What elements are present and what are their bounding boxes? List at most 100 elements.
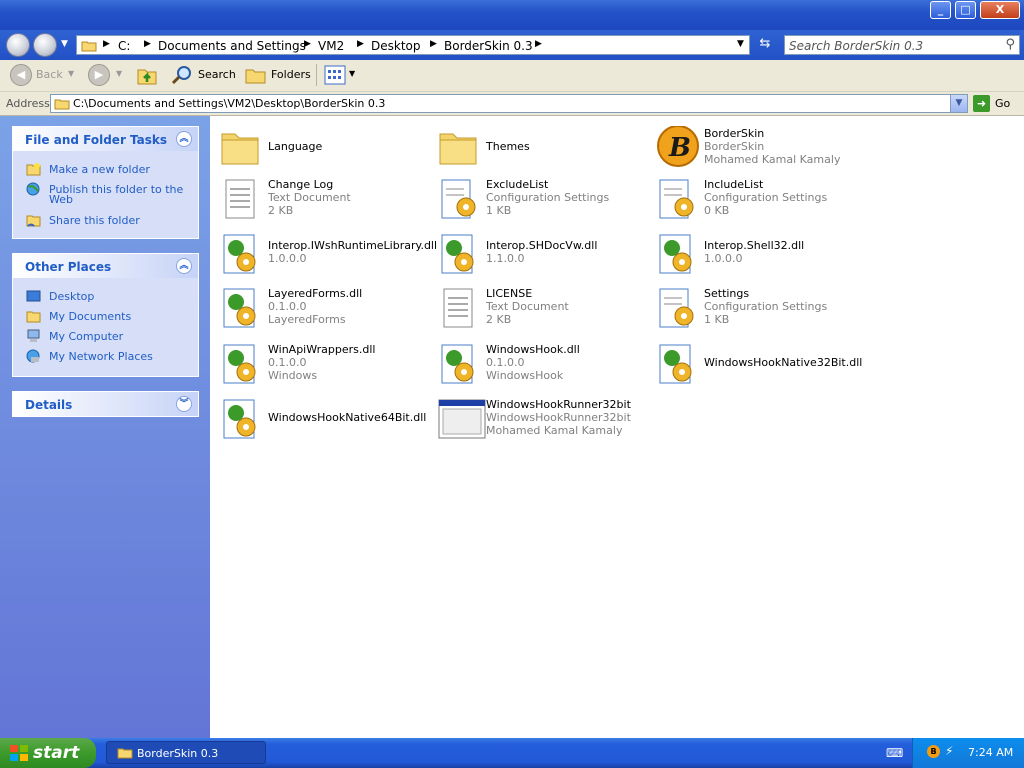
file-item[interactable]: LayeredForms.dll 0.1.0.0 LayeredForms bbox=[220, 286, 430, 336]
go-button[interactable]: Go bbox=[995, 97, 1010, 110]
file-item[interactable]: WindowsHookNative32Bit.dll bbox=[656, 342, 866, 392]
crumb-arrow-icon[interactable]: ▶ bbox=[357, 39, 364, 49]
file-item[interactable]: B BorderSkin BorderSkin Mohamed Kamal Kamal… bbox=[656, 125, 866, 176]
file-item[interactable]: Interop.Shell32.dll 1.0.0.0 bbox=[656, 232, 866, 282]
other-places-panel: Other Places ︽ Desktop My Documents My Co… bbox=[12, 253, 199, 377]
folder-icon bbox=[117, 748, 133, 759]
share-folder-link[interactable]: Share this folder bbox=[13, 211, 198, 231]
network-tray-icon[interactable]: ⚡ bbox=[945, 744, 953, 758]
file-item[interactable]: Change Log Text Document 2 KB bbox=[220, 177, 430, 227]
file-detail: 2 KB bbox=[486, 313, 512, 326]
windows-logo-icon bbox=[10, 745, 28, 761]
task-label: Share this folder bbox=[49, 214, 140, 227]
crumb-vm2[interactable]: VM2 bbox=[318, 39, 344, 53]
file-item[interactable]: ExcludeList Configuration Settings 1 KB bbox=[438, 177, 648, 227]
crumb-arrow-icon[interactable]: ▶ bbox=[144, 39, 151, 49]
file-item[interactable]: Interop.SHDocVw.dll 1.1.0.0 bbox=[438, 232, 648, 282]
borderskin-tray-icon[interactable]: B bbox=[927, 745, 940, 758]
file-detail: 0.1.0.0 bbox=[486, 356, 525, 369]
chevron-up-icon[interactable]: ︽ bbox=[176, 258, 192, 274]
maximize-button[interactable]: □ bbox=[955, 1, 976, 19]
file-text: ExcludeList Configuration Settings 1 KB bbox=[486, 178, 609, 217]
crumb-arrow-icon[interactable]: ▶ bbox=[103, 39, 110, 49]
crumb-arrow-icon[interactable]: ▶ bbox=[430, 39, 437, 49]
up-folder-icon[interactable] bbox=[136, 64, 158, 86]
clock[interactable]: 7:24 AM bbox=[968, 746, 1013, 759]
search-icon[interactable]: ⚲ bbox=[1005, 37, 1015, 52]
place-label: My Computer bbox=[49, 330, 124, 343]
address-input[interactable]: C:\Documents and Settings\VM2\Desktop\Bo… bbox=[50, 94, 968, 113]
file-item[interactable]: WinApiWrappers.dll 0.1.0.0 Windows bbox=[220, 342, 430, 392]
publish-folder-link[interactable]: Publish this folder to the bbox=[13, 180, 198, 196]
crumb-desktop[interactable]: Desktop bbox=[371, 39, 421, 53]
chevron-down-icon[interactable]: ▼ bbox=[950, 95, 967, 112]
task-label: Make a new folder bbox=[49, 163, 150, 176]
start-button[interactable]: start bbox=[0, 738, 96, 768]
search-button[interactable]: Search bbox=[198, 68, 236, 81]
file-item[interactable]: WindowsHookNative64Bit.dll bbox=[220, 397, 430, 447]
taskbar: start BorderSkin 0.3 ⌨ B ⚡ 7:24 AM bbox=[0, 738, 1024, 768]
place-my-computer[interactable]: My Computer bbox=[13, 327, 198, 347]
file-detail: BorderSkin bbox=[704, 140, 765, 153]
folder-icon bbox=[220, 126, 260, 170]
forward-arrow-icon[interactable]: ▶ bbox=[88, 64, 110, 86]
panel-title[interactable]: Other Places ︽ bbox=[13, 254, 198, 278]
folders-button[interactable]: Folders bbox=[271, 68, 311, 81]
folders-icon[interactable] bbox=[244, 64, 268, 86]
views-icon[interactable] bbox=[324, 65, 346, 85]
back-nav-button[interactable] bbox=[6, 33, 30, 57]
folder-icon bbox=[81, 41, 97, 52]
chevron-down-icon[interactable]: ▼ bbox=[68, 69, 74, 78]
crumb-arrow-icon[interactable]: ▶ bbox=[304, 39, 311, 49]
history-dropdown-icon[interactable]: ▼ bbox=[61, 39, 68, 49]
publish-folder-link-cont[interactable]: Web bbox=[13, 193, 198, 211]
back-arrow-icon[interactable]: ◀ bbox=[10, 64, 32, 86]
file-item[interactable]: Settings Configuration Settings 1 KB bbox=[656, 286, 866, 336]
desktop-icon bbox=[26, 290, 41, 302]
chevron-down-icon[interactable]: ▼ bbox=[737, 39, 744, 49]
file-item[interactable]: IncludeList Configuration Settings 0 KB bbox=[656, 177, 866, 227]
keyboard-icon[interactable]: ⌨ bbox=[886, 746, 903, 760]
details-panel: Details ︾ bbox=[12, 391, 199, 417]
close-button[interactable]: X bbox=[980, 1, 1020, 19]
chevron-down-icon[interactable]: ︾ bbox=[176, 396, 192, 412]
place-my-documents[interactable]: My Documents bbox=[13, 307, 198, 327]
crumb-current[interactable]: BorderSkin 0.3 bbox=[444, 39, 533, 53]
file-item[interactable]: Themes bbox=[438, 126, 648, 176]
panel-title[interactable]: Details ︾ bbox=[13, 392, 198, 416]
refresh-icon[interactable]: ⇆ bbox=[755, 36, 775, 54]
file-name: ExcludeList bbox=[486, 178, 549, 191]
file-item[interactable]: Language bbox=[220, 126, 430, 176]
file-item[interactable]: WindowsHook.dll 0.1.0.0 WindowsHook bbox=[438, 342, 648, 392]
panel-title[interactable]: File and Folder Tasks ︽ bbox=[13, 127, 198, 151]
file-name: Interop.Shell32.dll bbox=[704, 239, 805, 252]
search-input[interactable]: Search BorderSkin 0.3 ⚲ bbox=[784, 35, 1020, 55]
file-item[interactable]: LICENSE Text Document 2 KB bbox=[438, 286, 648, 336]
breadcrumb[interactable]: ▶ C: ▶ Documents and Settings ▶ VM2 ▶ De… bbox=[76, 35, 750, 55]
address-path: C:\Documents and Settings\VM2\Desktop\Bo… bbox=[73, 97, 386, 110]
go-arrow-icon[interactable]: ➜ bbox=[973, 95, 990, 112]
file-item[interactable]: Interop.IWshRuntimeLibrary.dll 1.0.0.0 bbox=[220, 232, 437, 282]
file-name: Interop.SHDocVw.dll bbox=[486, 239, 598, 252]
chevron-down-icon[interactable]: ▼ bbox=[116, 69, 122, 78]
forward-nav-button[interactable] bbox=[33, 33, 57, 57]
crumb-arrow-icon[interactable]: ▶ bbox=[535, 39, 542, 49]
file-detail: 2 KB bbox=[268, 204, 294, 217]
file-name: WindowsHookNative64Bit.dll bbox=[268, 411, 427, 424]
borderskin-logo-icon: B bbox=[656, 125, 699, 170]
text-document-icon bbox=[438, 286, 478, 330]
search-icon[interactable] bbox=[170, 64, 194, 86]
crumb-drive[interactable]: C: bbox=[118, 39, 130, 53]
place-my-network[interactable]: My Network Places bbox=[13, 347, 198, 367]
minimize-button[interactable]: _ bbox=[930, 1, 951, 19]
address-bar: Address C:\Documents and Settings\VM2\De… bbox=[0, 92, 1024, 116]
chevron-down-icon[interactable]: ▼ bbox=[349, 69, 355, 78]
taskbar-item-borderskin[interactable]: BorderSkin 0.3 bbox=[106, 741, 266, 764]
chevron-up-icon[interactable]: ︽ bbox=[176, 131, 192, 147]
file-item[interactable]: WindowsHookRunner32bit WindowsHookRunner3… bbox=[438, 397, 648, 447]
crumb-documents-settings[interactable]: Documents and Settings bbox=[158, 39, 306, 53]
make-new-folder-link[interactable]: Make a new folder bbox=[13, 160, 198, 180]
back-button[interactable]: Back bbox=[36, 68, 63, 81]
share-folder-icon bbox=[26, 215, 41, 227]
place-desktop[interactable]: Desktop bbox=[13, 287, 198, 307]
